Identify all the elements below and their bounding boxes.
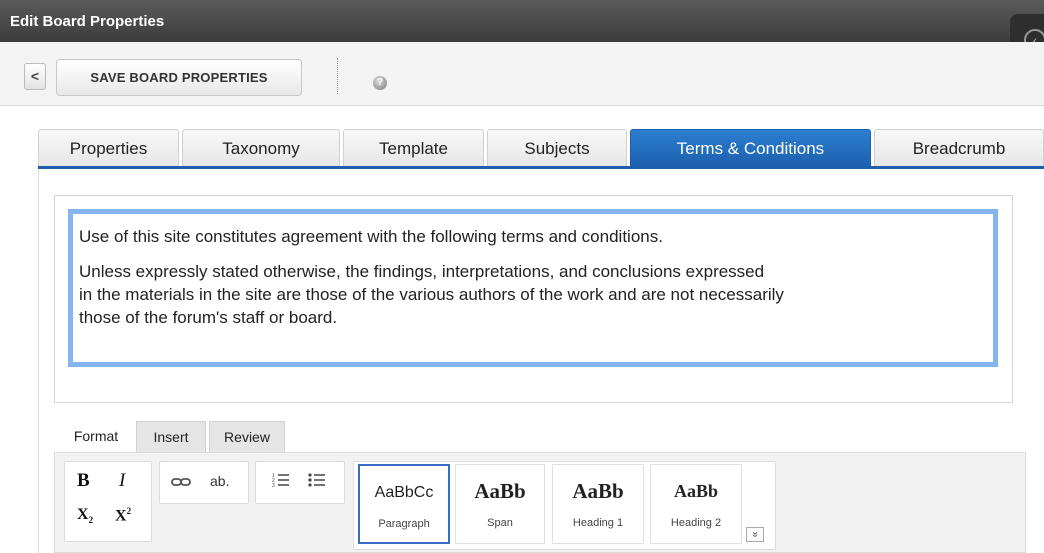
save-board-properties-button[interactable]: SAVE BOARD PROPERTIES (56, 59, 302, 96)
bold-button[interactable]: B (77, 470, 90, 492)
tab-terms-conditions[interactable]: Terms & Conditions (630, 129, 871, 167)
style-heading-2[interactable]: AaBb Heading 2 (650, 464, 742, 544)
toolbar: < SAVE BOARD PROPERTIES ? (0, 42, 1044, 106)
subscript-mark: 2 (88, 515, 94, 526)
tab-template[interactable]: Template (343, 129, 484, 167)
editor-paragraph-2-line-3: those of the forum's staff or board. (79, 308, 338, 327)
editor-paragraph-1: Use of this site constitutes agreement w… (79, 227, 663, 246)
abbreviation-button[interactable]: ab. (210, 473, 229, 489)
terms-editor[interactable]: Use of this site constitutes agreement w… (68, 209, 998, 367)
link-icon[interactable] (171, 475, 191, 493)
style-span-sample: AaBb (474, 479, 526, 503)
list-group: 1 2 3 (255, 461, 345, 504)
toolbar-divider (337, 58, 338, 94)
tab-subjects[interactable]: Subjects (487, 129, 627, 167)
superscript-button[interactable]: X2 (115, 506, 131, 525)
subscript-label: X (77, 506, 89, 523)
style-paragraph-caption: Paragraph (378, 518, 430, 530)
properties-tabs: Properties Taxonomy Template Subjects Te… (38, 129, 1044, 167)
style-heading-2-caption: Heading 2 (670, 517, 722, 529)
italic-button[interactable]: I (119, 470, 125, 492)
font-style-group: B I X2 X2 (64, 461, 152, 542)
style-paragraph[interactable]: AaBbCc Paragraph (358, 464, 450, 544)
style-paragraph-sample: AaBbCc (374, 484, 434, 501)
tab-taxonomy[interactable]: Taxonomy (182, 129, 340, 167)
tab-breadcrumb[interactable]: Breadcrumb (874, 129, 1044, 167)
window-title: Edit Board Properties (10, 13, 165, 30)
ribbon-tab-insert[interactable]: Insert (136, 421, 206, 452)
style-heading-2-sample: AaBb (673, 481, 718, 501)
ribbon-tab-review[interactable]: Review (209, 421, 285, 452)
superscript-mark: 2 (126, 506, 132, 516)
ordered-list-icon[interactable]: 1 2 3 (272, 472, 290, 493)
help-icon[interactable]: ? (373, 76, 387, 90)
style-span-caption: Span (487, 517, 513, 529)
more-styles-button[interactable]: » (746, 527, 764, 542)
svg-text:3: 3 (272, 483, 275, 488)
style-span[interactable]: AaBb Span (455, 464, 545, 544)
style-heading-1[interactable]: AaBb Heading 1 (552, 464, 644, 544)
editor-paragraph-2-line-2: in the materials in the site are those o… (79, 285, 784, 304)
link-group: ab. (159, 461, 249, 504)
chevron-down-icon: » (749, 531, 761, 538)
bullet-list-icon[interactable] (308, 472, 326, 493)
editor-paragraph-2-line-1: Unless expressly stated otherwise, the f… (79, 262, 765, 281)
tab-properties[interactable]: Properties (38, 129, 179, 167)
ribbon-tab-format[interactable]: Format (56, 421, 136, 452)
subscript-button[interactable]: X2 (77, 506, 93, 525)
superscript-label: X (115, 507, 127, 525)
window-titlebar: Edit Board Properties (0, 0, 1044, 42)
style-heading-1-caption: Heading 1 (572, 517, 624, 529)
style-heading-1-sample: AaBb (572, 479, 624, 503)
back-button[interactable]: < (24, 63, 46, 90)
